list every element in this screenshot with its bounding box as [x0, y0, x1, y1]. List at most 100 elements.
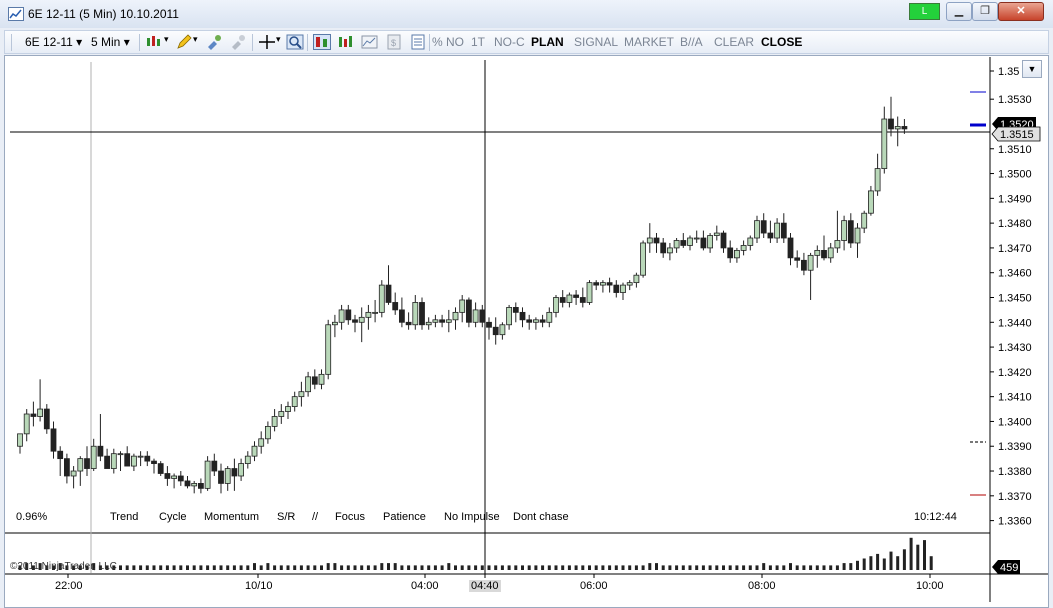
candle-body[interactable] [667, 247, 673, 254]
candle-body[interactable] [586, 282, 593, 303]
candle-body[interactable] [439, 319, 446, 323]
candle-body[interactable] [693, 237, 700, 240]
candle-body[interactable] [888, 118, 894, 130]
candle-body[interactable] [30, 413, 37, 417]
candle-body[interactable] [465, 299, 472, 323]
candle-body[interactable] [64, 458, 70, 477]
candle-body[interactable] [425, 321, 432, 326]
candle-body[interactable] [298, 391, 305, 398]
candle-body[interactable] [472, 309, 479, 323]
candle-body[interactable] [285, 406, 291, 412]
candle-body[interactable] [894, 126, 901, 130]
candle-body[interactable] [385, 284, 392, 303]
candle-body[interactable] [311, 376, 318, 385]
candle-body[interactable] [251, 445, 258, 457]
candle-body[interactable] [827, 247, 834, 259]
candle-body[interactable] [445, 319, 452, 323]
candle-body[interactable] [365, 311, 372, 318]
candle-body[interactable] [452, 311, 459, 321]
candle-body[interactable] [600, 282, 606, 286]
candle-body[interactable] [57, 450, 64, 460]
candle-body[interactable] [519, 311, 526, 321]
candle-body[interactable] [405, 321, 412, 326]
candle-body[interactable] [653, 237, 660, 244]
candle-body[interactable] [533, 319, 539, 323]
candle-body[interactable] [211, 460, 218, 472]
candle-body[interactable] [606, 282, 613, 286]
candle-body[interactable] [713, 232, 720, 236]
candle-body[interactable] [137, 455, 144, 458]
candle-body[interactable] [747, 237, 754, 246]
candle-body[interactable] [707, 235, 713, 249]
candle-body[interactable] [90, 445, 97, 469]
candle-body[interactable] [97, 445, 104, 457]
candle-body[interactable] [847, 220, 854, 244]
scale-scroll-button[interactable]: ▼ [1022, 60, 1042, 78]
candle-body[interactable] [579, 297, 586, 303]
candle-body[interactable] [881, 118, 888, 169]
candle-body[interactable] [157, 463, 164, 474]
candle-body[interactable] [740, 245, 747, 251]
candle-body[interactable] [325, 324, 332, 375]
candle-body[interactable] [331, 321, 338, 326]
candle-body[interactable] [291, 396, 298, 407]
candle-body[interactable] [660, 242, 667, 254]
candle-body[interactable] [43, 408, 50, 430]
candle-body[interactable] [841, 220, 847, 241]
candle-body[interactable] [278, 411, 285, 417]
candle-body[interactable] [834, 240, 841, 249]
candle-body[interactable] [767, 232, 774, 239]
candle-body[interactable] [687, 237, 693, 246]
candle-body[interactable] [526, 319, 533, 323]
candle-body[interactable] [626, 282, 633, 286]
candle-body[interactable] [559, 297, 566, 303]
candle-body[interactable] [646, 237, 653, 244]
candle-body[interactable] [901, 126, 908, 130]
candle-body[interactable] [104, 455, 110, 469]
candle-body[interactable] [110, 453, 117, 469]
candle-body[interactable] [231, 468, 238, 477]
candle-body[interactable] [854, 227, 861, 244]
candle-body[interactable] [84, 458, 90, 469]
candle-body[interactable] [218, 470, 224, 484]
candle-body[interactable] [392, 302, 399, 311]
candle-body[interactable] [305, 376, 312, 393]
candle-body[interactable] [640, 242, 646, 276]
candle-body[interactable] [506, 307, 513, 326]
candle-body[interactable] [197, 483, 204, 489]
candle-body[interactable] [492, 326, 499, 336]
candle-body[interactable] [459, 299, 466, 313]
candle-body[interactable] [760, 220, 767, 234]
candle-body[interactable] [553, 297, 559, 313]
candle-body[interactable] [720, 232, 727, 249]
candle-body[interactable] [539, 319, 546, 323]
candle-body[interactable] [512, 307, 519, 313]
candle-body[interactable] [164, 473, 171, 479]
candle-body[interactable] [673, 240, 680, 249]
candle-body[interactable] [258, 438, 265, 447]
candle-body[interactable] [573, 294, 579, 298]
candle-body[interactable] [50, 428, 57, 452]
candle-body[interactable] [224, 468, 231, 484]
candle-body[interactable] [780, 222, 787, 239]
candle-body[interactable] [77, 458, 84, 472]
candle-body[interactable] [700, 237, 707, 249]
candle-body[interactable] [620, 284, 626, 293]
candle-body[interactable] [144, 455, 151, 462]
candle-body[interactable] [17, 433, 23, 447]
candle-body[interactable] [566, 294, 573, 303]
candle-body[interactable] [814, 249, 821, 256]
candle-body[interactable] [37, 408, 43, 417]
candle-body[interactable] [378, 284, 385, 313]
candle-body[interactable] [680, 240, 687, 246]
candle-body[interactable] [191, 483, 198, 487]
candle-body[interactable] [151, 460, 157, 464]
candle-body[interactable] [613, 284, 620, 293]
candle-body[interactable] [546, 311, 553, 323]
candle-body[interactable] [432, 319, 439, 323]
candle-body[interactable] [264, 426, 271, 440]
candle-body[interactable] [171, 475, 178, 479]
candle-body[interactable] [874, 168, 881, 192]
candle-body[interactable] [184, 480, 191, 487]
candle-body[interactable] [794, 257, 801, 261]
